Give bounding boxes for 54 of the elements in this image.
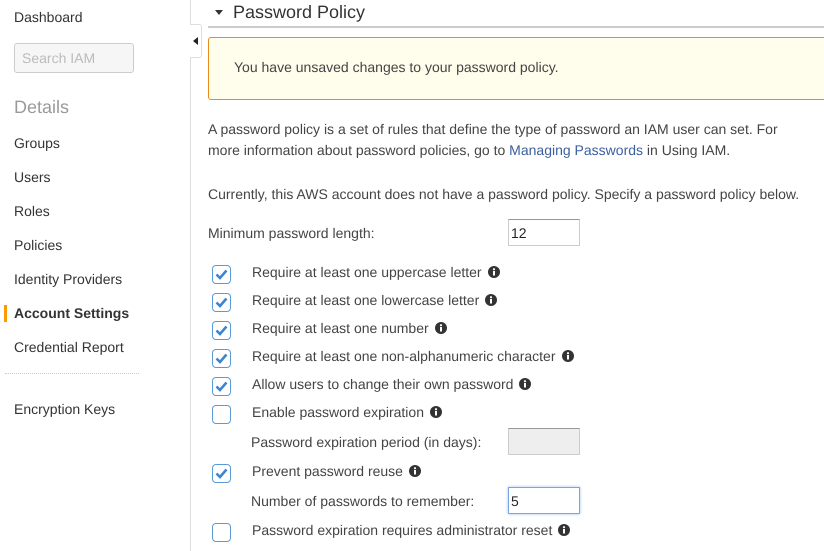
info-icon[interactable] [434, 322, 447, 334]
checkmark-icon [215, 296, 228, 308]
info-icon[interactable] [408, 465, 421, 477]
sidebar-item[interactable]: Policies [4, 237, 190, 254]
info-icon[interactable] [485, 294, 498, 306]
option-label: Require at least one number [252, 320, 429, 336]
managing-passwords-link[interactable]: Managing Passwords [509, 142, 644, 158]
option-label: Allow users to change their own password [252, 376, 514, 392]
left-triangle-icon [193, 37, 198, 45]
intro-paragraph: A password policy is a set of rules that define the type of password an IAM user can set. For more information about password policies, go to Managing Passwords in Using IAM. [208, 120, 779, 160]
checkbox[interactable] [212, 376, 231, 396]
checkbox[interactable] [212, 348, 231, 368]
checkmark-icon [215, 324, 228, 336]
field-label: Password expiration period (in days): [251, 434, 482, 450]
sidebar-item[interactable]: Identity Providers [4, 271, 190, 288]
sidebar-item[interactable]: Users [4, 169, 190, 186]
option-label: Enable password expiration [252, 404, 424, 420]
info-icon[interactable] [562, 350, 574, 362]
number-input[interactable]: 5 [508, 487, 580, 514]
option-label: Require at least one non-alphanumeric character [252, 348, 556, 364]
option-label: Require at least one lowercase letter [252, 292, 480, 308]
sidebar-item[interactable]: Encryption Keys [4, 401, 190, 418]
field-label: Minimum password length: [208, 224, 376, 240]
caret-icon [215, 10, 223, 15]
checkbox[interactable] [212, 404, 231, 424]
min-length-input[interactable]: 12 [508, 219, 580, 246]
checkbox[interactable] [212, 292, 231, 312]
sidebar-item[interactable]: Groups [4, 135, 190, 152]
search-field[interactable]: Search IAM [14, 43, 134, 73]
info-icon[interactable] [488, 266, 500, 278]
checkbox[interactable] [212, 320, 231, 340]
option-label: Require at least one uppercase letter [252, 264, 482, 280]
info-icon[interactable] [558, 524, 570, 536]
sidebar-item[interactable]: Dashboard [4, 9, 190, 26]
section-heading: Details [13, 97, 70, 118]
checkmark-icon [215, 352, 228, 364]
checkmark-icon [215, 468, 228, 478]
checkbox[interactable] [212, 464, 231, 482]
info-icon[interactable] [519, 378, 532, 390]
option-label: Prevent password reuse [252, 463, 403, 479]
collapse-button[interactable] [190, 24, 202, 58]
notice-text: Currently, this AWS account does not have a password policy. Specify a password policy below. [208, 185, 800, 204]
option-label: Password expiration requires administrator reset [252, 522, 552, 538]
section-header[interactable]: Password Policy [208, 2, 824, 28]
checkmark-icon [215, 380, 228, 392]
checkbox[interactable] [212, 264, 231, 284]
info-icon[interactable] [430, 406, 442, 418]
sidebar-item[interactable]: Credential Report [4, 339, 190, 356]
checkbox[interactable] [212, 522, 231, 542]
checkmark-icon [215, 268, 228, 280]
warning-alert: You have unsaved changes to your password policy. [208, 37, 824, 100]
field-label: Number of passwords to remember: [251, 492, 476, 508]
sidebar-item[interactable]: Account Settings [4, 305, 190, 322]
sidebar-item[interactable]: Roles [4, 203, 190, 220]
